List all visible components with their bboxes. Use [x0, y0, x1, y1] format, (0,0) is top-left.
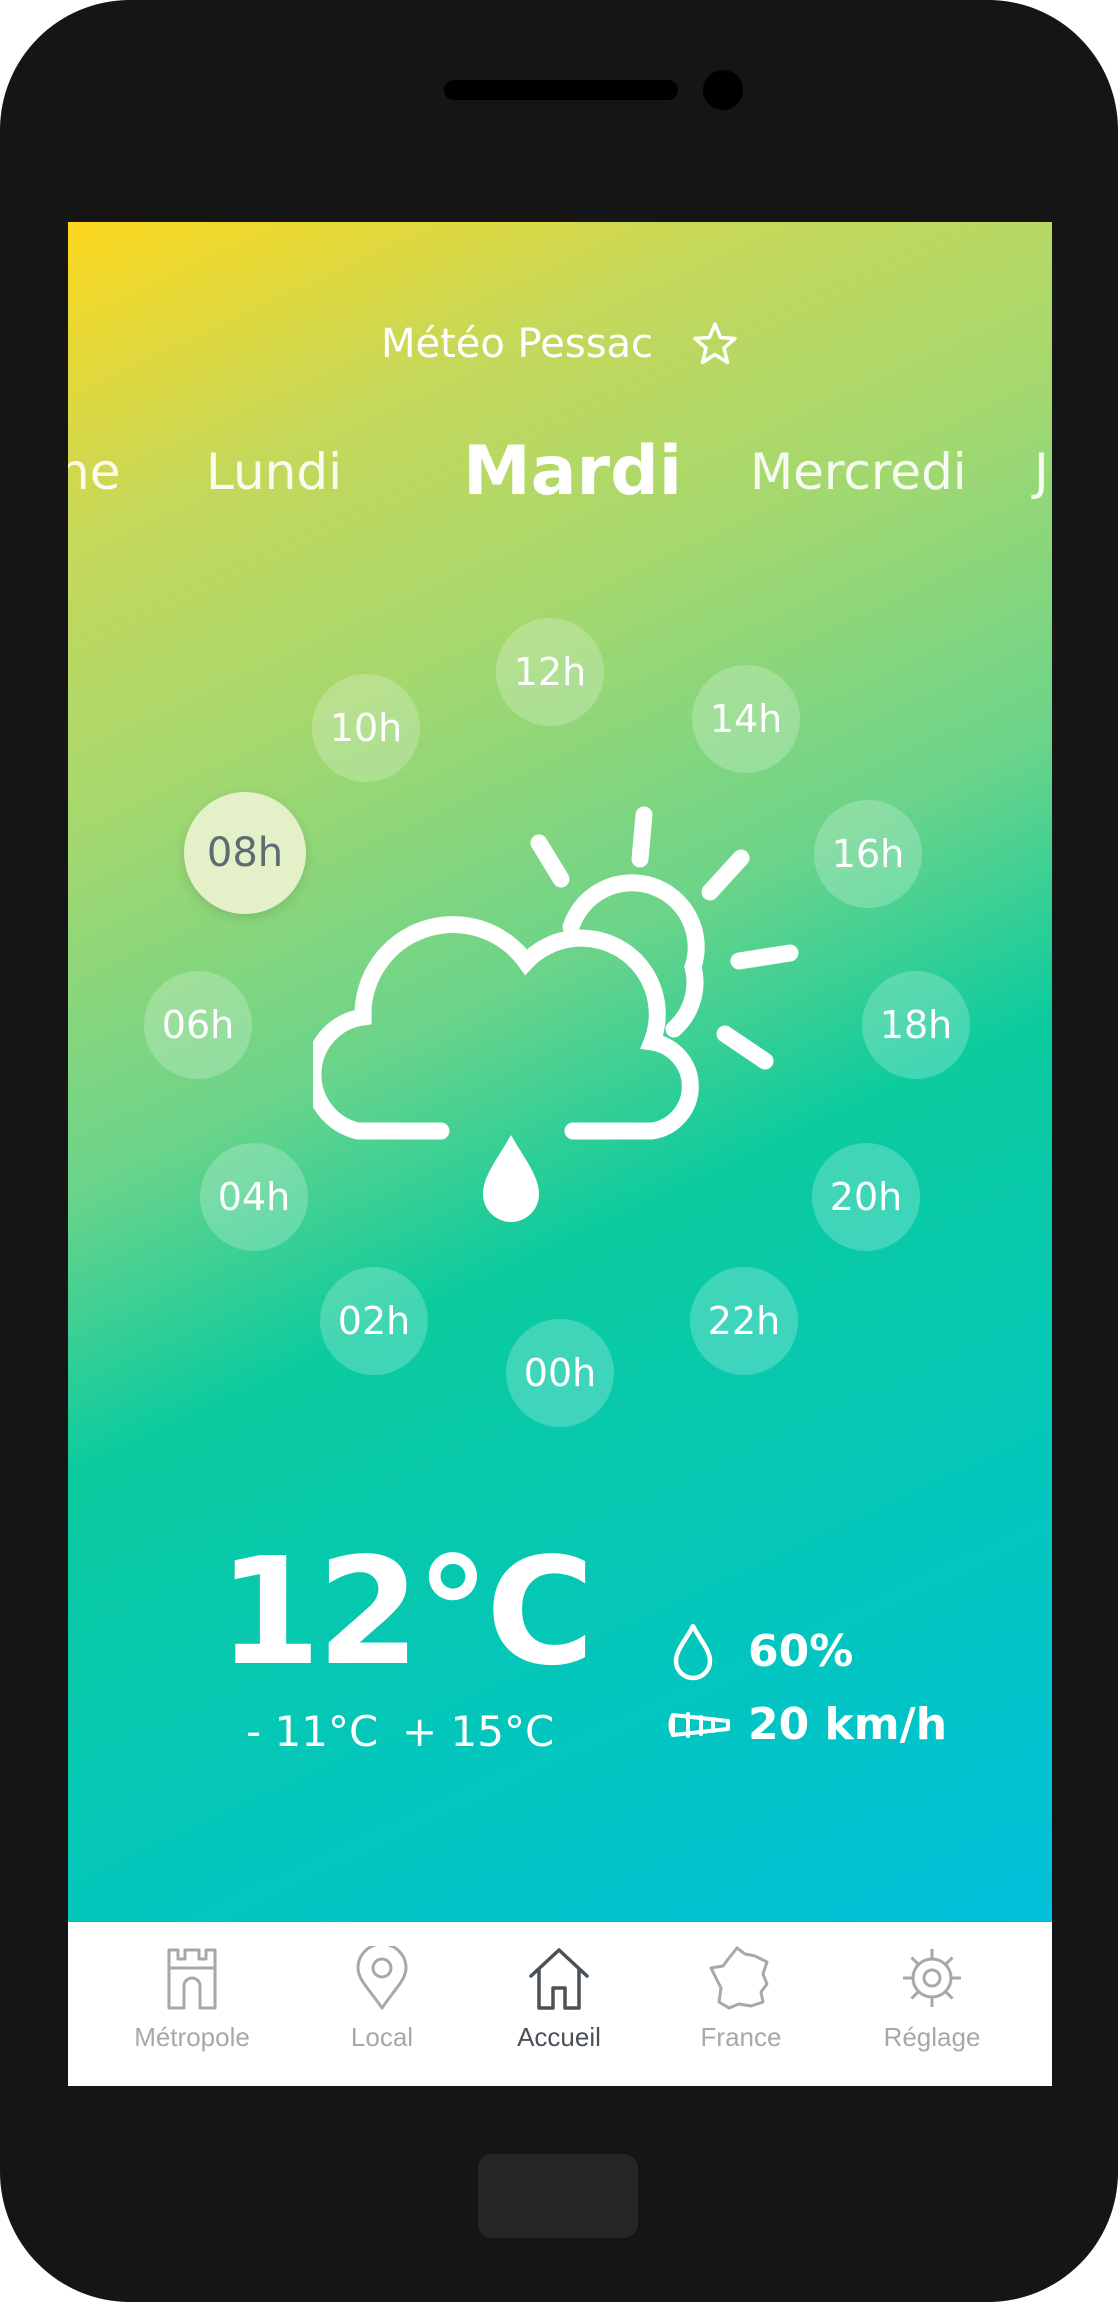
hour-button-04h[interactable]: 04h: [200, 1143, 308, 1251]
nav-item-local[interactable]: Local: [284, 1922, 480, 2086]
nav-item-accueil[interactable]: Accueil: [461, 1922, 657, 2086]
gear-icon: [903, 1949, 961, 2007]
nav-item-metropole[interactable]: Métropole: [94, 1922, 290, 2086]
star-outline-icon[interactable]: [691, 320, 739, 368]
phone-frame: Météo Pessac he Lundi Mardi Mercredi J 1…: [0, 0, 1118, 2302]
nav-item-reglage[interactable]: Réglage: [834, 1922, 1030, 2086]
page-title: Météo Pessac: [380, 321, 654, 367]
day-tab-lundi[interactable]: Lundi: [206, 437, 342, 507]
windsock-icon: [668, 1712, 730, 1738]
nav-item-france[interactable]: France: [643, 1922, 839, 2086]
sun-cloud-rain-icon: [313, 806, 799, 1222]
nav-label-reglage: Réglage: [883, 2022, 981, 2052]
hour-button-08h-selected[interactable]: 08h: [184, 792, 306, 914]
day-tab-jeudi[interactable]: J: [1034, 437, 1049, 507]
hour-button-12h[interactable]: 12h: [496, 618, 604, 726]
hour-button-14h[interactable]: 14h: [692, 665, 800, 773]
bottom-navigation: Métropole Local Accueil France Réglage: [68, 1922, 1052, 2086]
nav-label-france: France: [700, 2022, 782, 2052]
hour-button-10h[interactable]: 10h: [312, 674, 420, 782]
day-tab-mercredi[interactable]: Mercredi: [750, 437, 967, 507]
hour-button-18h[interactable]: 18h: [862, 971, 970, 1079]
home-hardware-button[interactable]: [478, 2154, 638, 2238]
humidity-value: 60%: [748, 1626, 854, 1677]
min-temperature: - 11°C: [246, 1707, 379, 1756]
speaker-grille: [444, 80, 678, 100]
day-tab-mardi[interactable]: Mardi: [463, 427, 682, 517]
castle-tower-icon: [167, 1948, 217, 2010]
max-temperature: + 15°C: [402, 1707, 555, 1756]
day-tab-dimanche[interactable]: he: [68, 437, 120, 507]
france-map-icon: [709, 1946, 769, 2010]
droplet-icon: [673, 1623, 713, 1681]
hour-button-06h[interactable]: 06h: [144, 971, 252, 1079]
wind-value: 20 km/h: [748, 1699, 948, 1750]
front-camera: [703, 70, 743, 110]
map-pin-icon: [356, 1946, 408, 2010]
nav-label-metropole: Métropole: [134, 2022, 250, 2052]
home-icon: [529, 1948, 589, 2010]
current-temperature: 12°C: [218, 1526, 595, 1698]
hour-button-00h[interactable]: 00h: [506, 1319, 614, 1427]
nav-label-local: Local: [350, 2022, 414, 2052]
header: Météo Pessac: [68, 317, 1052, 367]
weather-background: Météo Pessac he Lundi Mardi Mercredi J 1…: [68, 222, 1052, 1922]
nav-label-accueil: Accueil: [517, 2022, 601, 2052]
app-screen: Météo Pessac he Lundi Mardi Mercredi J 1…: [68, 222, 1052, 2086]
